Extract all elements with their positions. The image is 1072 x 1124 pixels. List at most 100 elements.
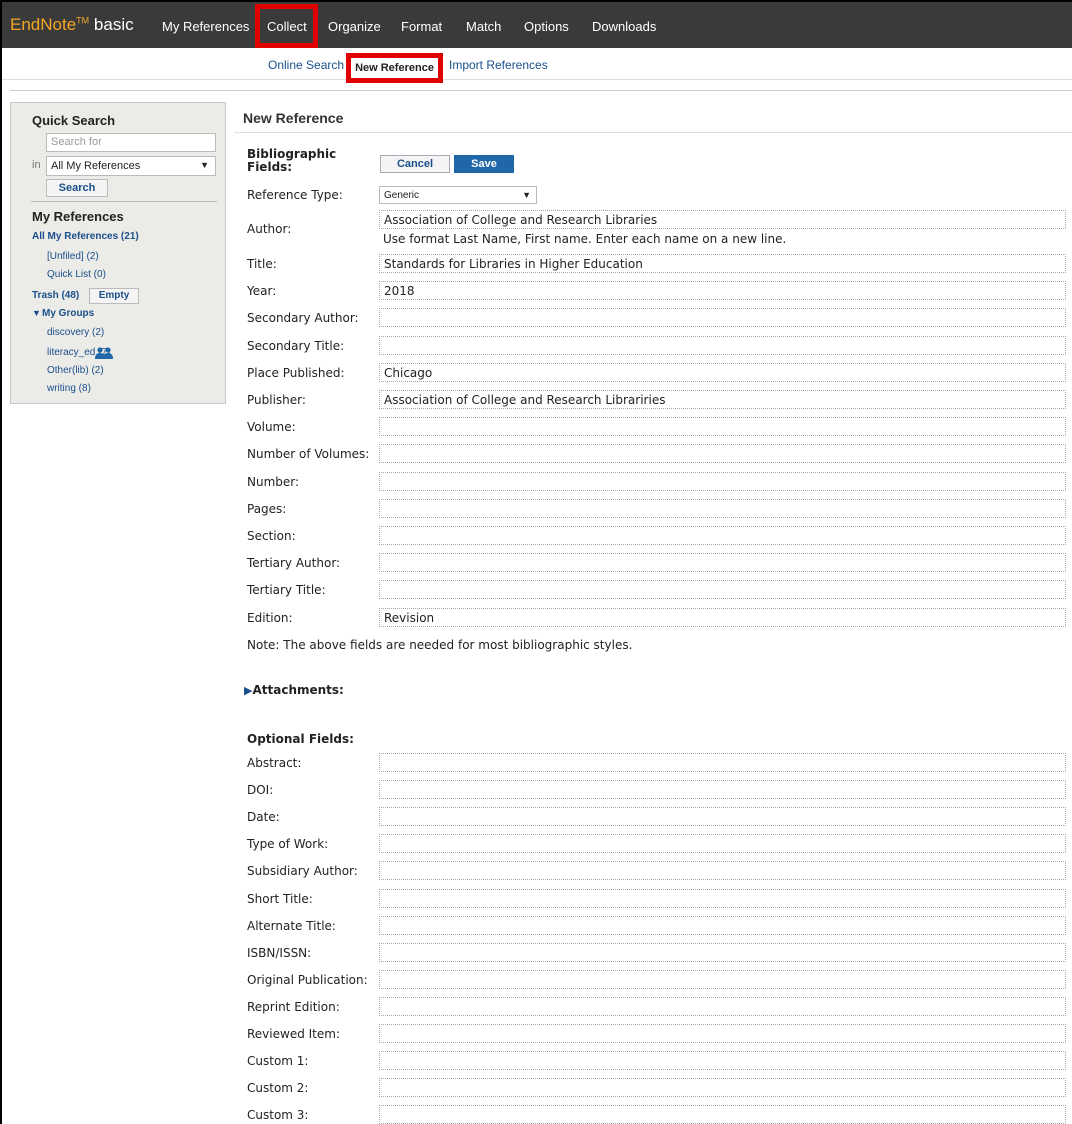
my-references-title: My References	[32, 209, 124, 224]
chevron-down-icon: ▼	[200, 160, 209, 170]
author-field[interactable]: Association of College and Research Libr…	[379, 210, 1066, 229]
field-label: Edition:	[247, 610, 293, 625]
top-navigation: EndNoteTM basic My References Collect Or…	[2, 2, 1072, 48]
chevron-down-icon: ▼	[522, 190, 531, 200]
group-writing-link[interactable]: writing (8)	[47, 383, 91, 394]
nav-organize[interactable]: Organize	[328, 19, 381, 34]
field-input[interactable]	[379, 807, 1066, 827]
field-label: Original Publication:	[247, 972, 368, 987]
endnote-window: EndNoteTM basic My References Collect Or…	[0, 0, 1072, 1124]
field-label: Date:	[247, 810, 280, 825]
expand-triangle-icon[interactable]: ▼	[32, 308, 41, 318]
field-input[interactable]	[379, 1078, 1066, 1098]
field-label: Number:	[247, 474, 300, 489]
nav-downloads[interactable]: Downloads	[592, 19, 656, 34]
page-title: New Reference	[243, 110, 344, 126]
field-label: Volume:	[247, 420, 296, 435]
field-input[interactable]	[379, 308, 1066, 328]
field-input[interactable]	[379, 417, 1066, 437]
field-label: Tertiary Author:	[247, 556, 341, 571]
quick-search-input[interactable]: Search for	[46, 133, 216, 152]
field-label: Year:	[247, 284, 277, 299]
field-label: Custom 2:	[247, 1081, 309, 1096]
field-label: Reviewed Item:	[247, 1027, 340, 1041]
reference-type-value: Generic	[384, 190, 420, 201]
field-input[interactable]	[379, 498, 1066, 518]
collect-highlight-box	[255, 4, 318, 48]
sidebar-divider	[31, 201, 217, 202]
empty-trash-button[interactable]: Empty	[89, 288, 139, 304]
endnote-logo: EndNoteTM basic	[10, 15, 134, 35]
field-input[interactable]	[379, 580, 1066, 600]
field-input[interactable]	[379, 1024, 1066, 1043]
field-input[interactable]	[379, 471, 1066, 491]
scope-value: All My References	[51, 160, 141, 172]
nav-my-references[interactable]: My References	[162, 19, 249, 34]
field-input[interactable]	[379, 335, 1066, 355]
search-scope-select[interactable]: All My References ▼	[46, 156, 216, 176]
quick-list-link[interactable]: Quick List (0)	[47, 269, 106, 280]
field-input[interactable]	[379, 553, 1066, 573]
field-input[interactable]	[379, 780, 1066, 800]
field-input[interactable]	[379, 915, 1066, 935]
field-input[interactable]	[379, 753, 1066, 772]
field-input[interactable]	[379, 888, 1066, 908]
field-label: Reprint Edition:	[247, 999, 340, 1014]
shared-group-users-icon	[95, 347, 113, 359]
field-input[interactable]	[379, 996, 1066, 1016]
field-input[interactable]	[379, 861, 1066, 881]
logo-suffix: basic	[93, 15, 134, 34]
group-other-lib-link[interactable]: Other(lib) (2)	[47, 365, 104, 376]
field-label: Custom 1:	[247, 1054, 309, 1069]
field-label: Secondary Title:	[247, 338, 345, 353]
nav-match[interactable]: Match	[466, 19, 501, 34]
field-label: Secondary Author:	[247, 311, 359, 326]
author-format-hint: Use format Last Name, First name. Enter …	[383, 232, 787, 246]
subnav-import-references[interactable]: Import References	[449, 58, 548, 72]
cancel-button[interactable]: Cancel	[380, 155, 450, 173]
field-label: Place Published:	[247, 365, 345, 380]
field-label: DOI:	[247, 783, 274, 798]
field-label: Short Title:	[247, 891, 313, 906]
field-input[interactable]	[379, 834, 1066, 854]
save-button[interactable]: Save	[454, 155, 514, 173]
field-label: Number of Volumes:	[247, 447, 370, 462]
field-input[interactable]	[379, 969, 1066, 989]
field-label: Custom 3:	[247, 1108, 309, 1123]
field-input[interactable]	[379, 1051, 1066, 1071]
field-label: Subsidiary Author:	[247, 864, 358, 879]
subnav-new-reference[interactable]: New Reference	[346, 53, 443, 83]
trash-link[interactable]: Trash (48)	[32, 290, 79, 301]
attachments-label: Attachments:	[252, 683, 344, 697]
field-input[interactable]: 2018	[379, 281, 1066, 301]
sidebar: Quick Search Search for in All My Refere…	[10, 102, 226, 404]
title-divider	[234, 132, 1072, 133]
nav-options[interactable]: Options	[524, 19, 569, 34]
unfiled-link[interactable]: [Unfiled] (2)	[47, 251, 99, 262]
field-input[interactable]	[379, 942, 1066, 962]
in-label: in	[32, 159, 41, 171]
group-discovery-link[interactable]: discovery (2)	[47, 327, 104, 338]
field-input[interactable]: Association of College and Research Libr…	[379, 390, 1066, 409]
sub-navigation: Online Search New Reference Import Refer…	[2, 48, 1072, 83]
nav-format[interactable]: Format	[401, 19, 442, 34]
field-input[interactable]: Chicago	[379, 362, 1066, 382]
subnav-online-search[interactable]: Online Search	[268, 58, 344, 72]
field-input[interactable]: Revision	[379, 607, 1066, 627]
field-label: Tertiary Title:	[247, 583, 326, 598]
field-label: Abstract:	[247, 756, 302, 770]
field-input[interactable]	[379, 1105, 1066, 1124]
field-input[interactable]: Standards for Libraries in Higher Educat…	[379, 254, 1066, 273]
all-my-references-link[interactable]: All My References (21)	[32, 231, 139, 242]
field-input[interactable]	[379, 444, 1066, 464]
field-input[interactable]	[379, 526, 1066, 545]
content-top-border	[10, 90, 1072, 102]
bib-label-line2: Fields:	[247, 160, 293, 174]
my-groups-label[interactable]: My Groups	[42, 308, 94, 319]
reference-type-select[interactable]: Generic ▼	[379, 186, 537, 204]
search-button[interactable]: Search	[46, 179, 108, 197]
attachments-toggle[interactable]: ▶Attachments:	[244, 683, 344, 697]
field-label: Title:	[247, 257, 277, 271]
field-label: ISBN/ISSN:	[247, 945, 312, 960]
logo-brand: EndNote	[10, 15, 77, 34]
